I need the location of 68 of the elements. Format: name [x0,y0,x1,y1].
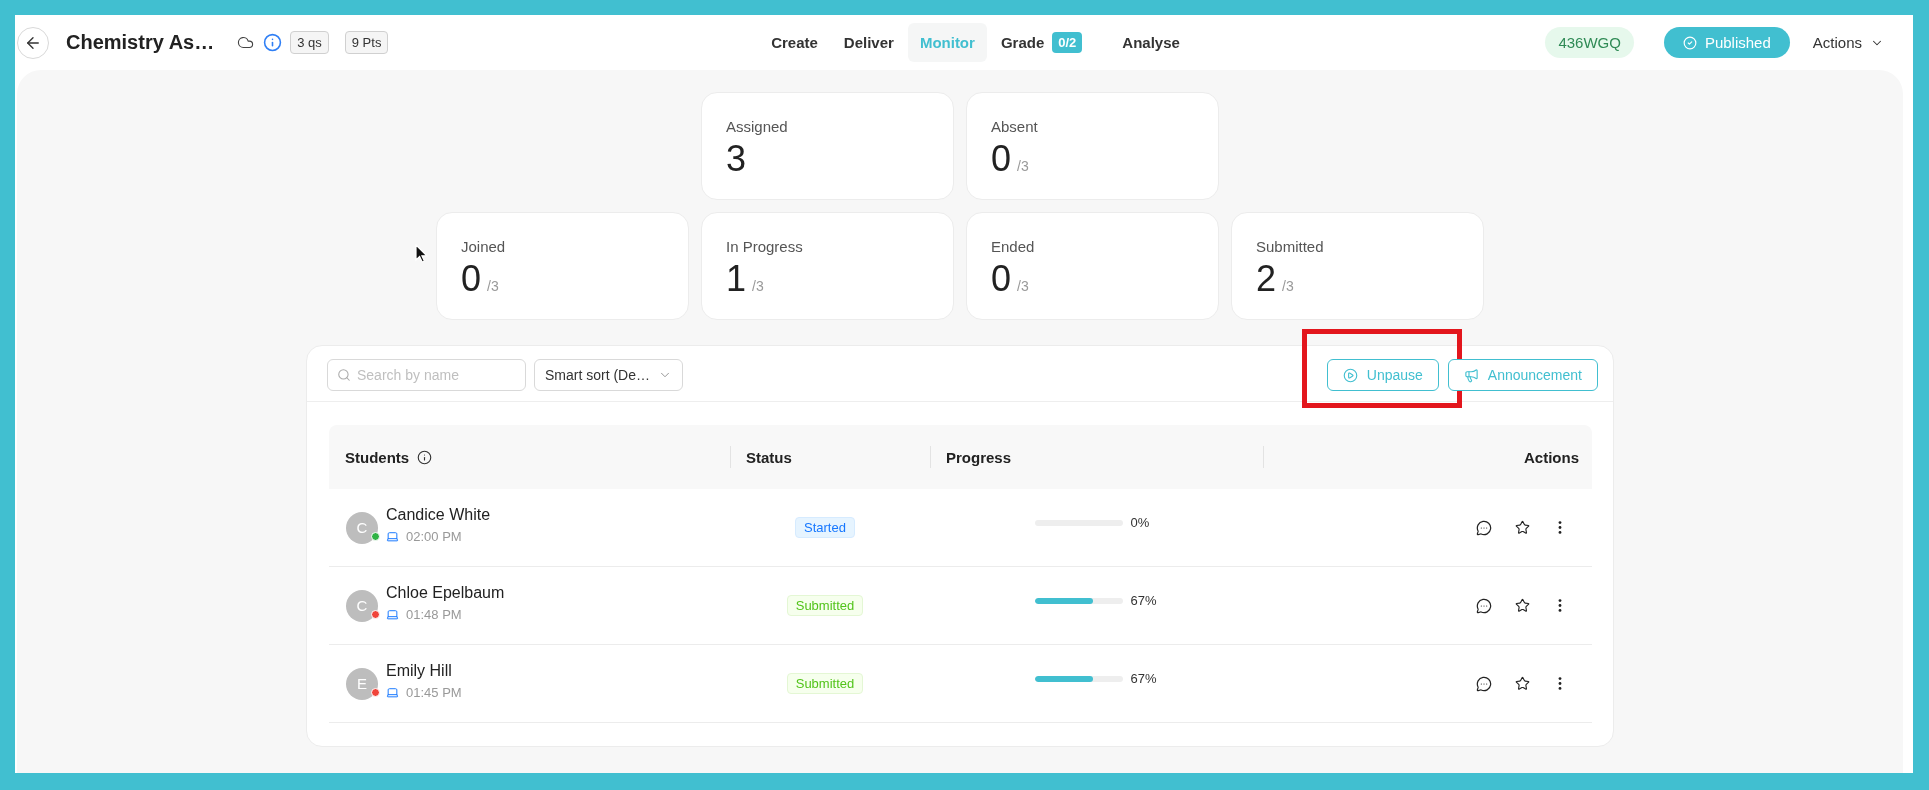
student-name: Chloe Epelbaum [386,582,505,603]
stat-label: In Progress [726,237,803,257]
laptop-icon [386,530,399,543]
stat-label: Assigned [726,117,788,137]
search-field[interactable]: Search by name [327,359,526,391]
avatar: C [346,511,378,544]
nav-tab[interactable]: Analyse [1110,23,1192,62]
nav-tab[interactable]: Create [759,23,830,62]
stat-total: /3 [752,278,764,294]
stat-label: Absent [991,117,1038,137]
info-icon[interactable] [417,449,433,465]
back-button[interactable] [17,26,49,59]
avatar: E [346,667,378,700]
mouse-pointer-icon [415,244,428,263]
check-circle-icon [1682,35,1697,50]
progress-percent: 67% [1130,671,1158,686]
cloud-icon [237,34,255,51]
chat-bubble-icon [1476,519,1492,536]
avatar: C [346,589,378,622]
stat-total: /3 [1017,158,1029,174]
code-badge: 436WGQ [1545,27,1634,58]
stat-total: /3 [1017,278,1029,294]
join-time: 01:48 PM [406,605,462,624]
star-icon [1514,676,1530,691]
laptop-icon [386,608,399,621]
stat-value: 3 [726,139,747,179]
more-icon [1558,521,1562,534]
search-icon [337,368,351,382]
chat-bubble-icon [1476,675,1492,692]
status-tag: Submitted [786,595,864,616]
stat-value: 0 [991,139,1012,179]
column-header: Progress [946,448,1012,466]
column-header: Actions [1524,448,1579,466]
student-name: Candice White [386,504,491,525]
nav-tab[interactable]: Deliver [831,23,906,62]
stat-value: 2 [1256,259,1277,299]
column-header: Students [345,448,410,466]
column-header: Status [746,448,792,466]
join-time: 01:45 PM [406,683,462,702]
megaphone-icon [1463,367,1479,383]
progress-percent: 67% [1130,593,1158,608]
actions-menu-button[interactable]: Actions [1804,27,1892,58]
play-circle-icon [1342,367,1358,383]
student-name: Emily Hill [386,660,453,681]
status-tag: Started [795,517,855,538]
stat-total: /3 [487,278,499,294]
join-time: 02:00 PM [406,527,462,546]
progress-percent: 0% [1130,515,1151,530]
nav-tab[interactable]: Grade 0/2 [988,23,1109,62]
stat-total: /3 [1282,278,1294,294]
status-tag: Submitted [786,673,864,694]
sort-dropdown[interactable]: Smart sort (De… [534,359,683,391]
more-icon [1558,599,1562,612]
more-icon [1558,677,1562,690]
page-title: Chemistry As… [66,31,215,54]
stat-label: Ended [991,237,1035,257]
count-badge: 9 Pts [344,31,389,54]
chat-bubble-icon [1476,597,1492,614]
laptop-icon [386,686,399,699]
count-badge: 0/2 [1052,32,1083,53]
count-badge: 3 qs [290,31,329,54]
star-icon [1514,520,1530,535]
stat-value: 0 [461,259,482,299]
stat-value: 1 [726,259,747,299]
star-icon [1514,598,1530,613]
stat-label: Submitted [1256,237,1324,257]
stat-value: 0 [991,259,1012,299]
stat-label: Joined [461,237,506,257]
